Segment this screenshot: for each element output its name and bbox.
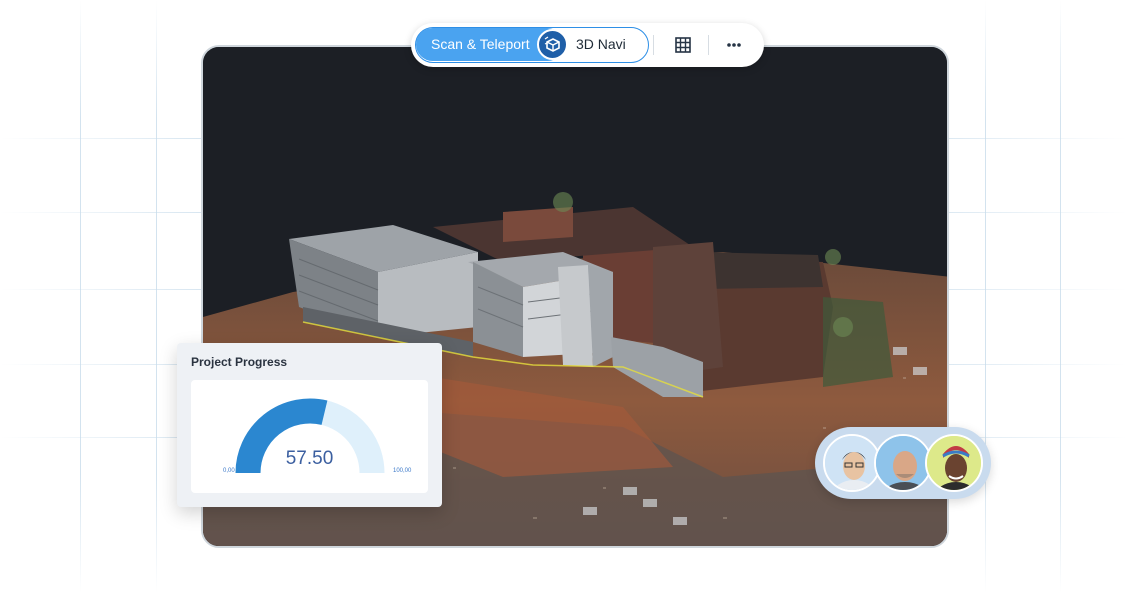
tower xyxy=(558,265,593,367)
gauge-min-label: 0,00 xyxy=(223,468,235,474)
avatar[interactable] xyxy=(874,434,932,492)
toolbar-divider xyxy=(708,35,709,55)
grid-line xyxy=(80,0,81,593)
progress-gauge: 57.50 0,00 100,00 xyxy=(191,380,428,493)
toolbar-divider xyxy=(653,35,654,55)
more-icon[interactable] xyxy=(722,33,746,57)
scan-teleport-icon[interactable] xyxy=(537,29,568,60)
avatar[interactable] xyxy=(823,434,881,492)
gauge-max-label: 100,00 xyxy=(393,468,412,474)
gauge-chart xyxy=(235,398,385,474)
grid-icon[interactable] xyxy=(671,33,695,57)
avatar[interactable] xyxy=(925,434,983,492)
card-title: Project Progress xyxy=(191,355,288,369)
grid-line xyxy=(985,0,986,593)
view-mode-toggle[interactable]: Scan & Teleport 3D Navi xyxy=(415,27,649,63)
grid-line xyxy=(156,0,157,593)
project-progress-card: Project Progress 57.50 0,00 100,00 xyxy=(177,343,442,507)
collaborator-avatars[interactable] xyxy=(815,427,991,499)
view-mode-toolbar: Scan & Teleport 3D Navi xyxy=(411,23,764,67)
3d-navi-button[interactable]: 3D Navi xyxy=(576,28,626,61)
grid-line xyxy=(1060,0,1061,593)
gauge-value: 57.50 xyxy=(285,448,334,469)
